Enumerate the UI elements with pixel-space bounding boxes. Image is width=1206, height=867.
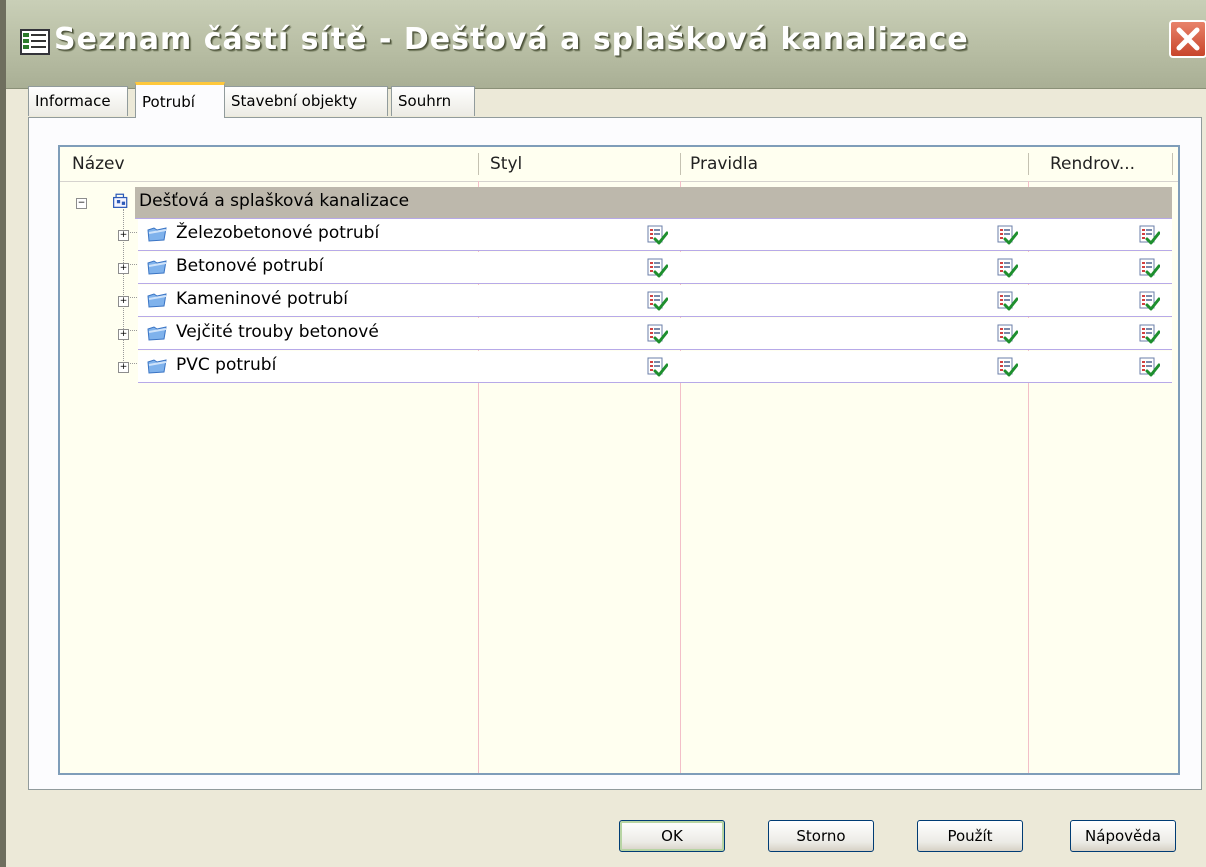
checklist-icon[interactable] [996, 290, 1018, 312]
tab-informace[interactable]: Informace [28, 86, 128, 116]
tab-label: Stavební objekty [231, 92, 358, 110]
expand-icon[interactable]: + [118, 329, 129, 340]
checklist-icon[interactable] [646, 356, 668, 378]
column-separator[interactable] [1028, 153, 1029, 175]
root-label: Dešťová a splašková kanalizace [139, 191, 410, 211]
tab-label: Informace [35, 92, 111, 110]
column-header-pravidla[interactable]: Pravidla [690, 154, 758, 174]
row-label: PVC potrubí [176, 355, 277, 375]
checklist-icon[interactable] [1138, 323, 1160, 345]
tree-root-row[interactable]: Dešťová a splašková kanalizace [135, 187, 1172, 219]
expand-icon[interactable]: + [118, 362, 129, 373]
expand-icon[interactable]: + [118, 263, 129, 274]
row-label: Kameninové potrubí [176, 289, 349, 309]
checklist-icon[interactable] [996, 224, 1018, 246]
checklist-icon[interactable] [1138, 356, 1160, 378]
expand-icon[interactable]: + [118, 296, 129, 307]
checklist-icon[interactable] [646, 290, 668, 312]
expand-icon[interactable]: + [118, 230, 129, 241]
tab-label: Potrubí [142, 93, 195, 111]
close-button[interactable] [1169, 20, 1206, 58]
folder-icon [147, 227, 167, 242]
title-bar[interactable]: Seznam částí sítě - Dešťová a splašková … [6, 0, 1206, 89]
tab-potrubi[interactable]: Potrubí [135, 82, 225, 118]
checklist-icon[interactable] [646, 323, 668, 345]
cancel-button[interactable]: Storno [768, 820, 874, 852]
folder-icon [147, 260, 167, 275]
row-label: Vejčité trouby betonové [176, 322, 379, 342]
apply-button[interactable]: Použít [917, 820, 1023, 852]
column-separator[interactable] [680, 153, 681, 175]
window-title: Seznam částí sítě - Dešťová a splašková … [54, 22, 969, 57]
checklist-icon[interactable] [646, 257, 668, 279]
checklist-icon[interactable] [1138, 290, 1160, 312]
network-parts-tree-grid[interactable]: Název Styl Pravidla Rendrov... Dešťová a… [58, 145, 1180, 775]
checklist-icon[interactable] [996, 323, 1018, 345]
folder-icon [147, 293, 167, 308]
row-label: Betonové potrubí [176, 256, 324, 276]
checklist-icon[interactable] [1138, 224, 1160, 246]
collapse-icon[interactable]: − [76, 198, 87, 209]
help-button[interactable]: Nápověda [1070, 820, 1176, 852]
checklist-icon[interactable] [1138, 257, 1160, 279]
folder-icon [147, 326, 167, 341]
checklist-icon[interactable] [996, 356, 1018, 378]
column-header-styl[interactable]: Styl [490, 154, 522, 174]
checklist-icon[interactable] [996, 257, 1018, 279]
close-icon [1176, 27, 1200, 51]
ok-button[interactable]: OK [619, 820, 725, 852]
tab-stavebni-objekty[interactable]: Stavební objekty [224, 86, 388, 116]
network-icon [113, 193, 128, 208]
checklist-icon[interactable] [646, 224, 668, 246]
column-header-rendrovani[interactable]: Rendrov... [1050, 154, 1135, 174]
dialog-app-icon [20, 29, 50, 55]
grid-header: Název Styl Pravidla Rendrov... [60, 147, 1178, 182]
column-header-nazev[interactable]: Název [72, 154, 125, 174]
folder-icon [147, 359, 167, 374]
column-separator[interactable] [478, 153, 479, 175]
tab-souhrn[interactable]: Souhrn [391, 86, 475, 116]
column-separator[interactable] [1172, 153, 1173, 175]
tab-label: Souhrn [398, 92, 452, 110]
row-label: Železobetonové potrubí [176, 223, 380, 243]
dialog-window: Seznam částí sítě - Dešťová a splašková … [0, 0, 1206, 867]
